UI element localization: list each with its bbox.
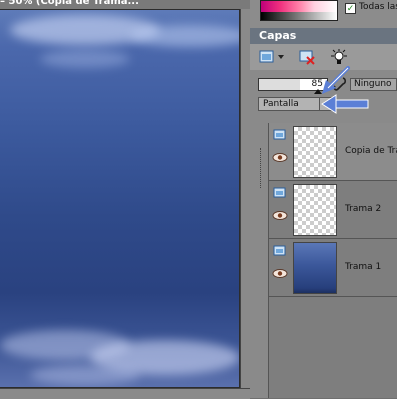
eye-icon[interactable] [272, 153, 288, 162]
cloud [40, 50, 130, 68]
todas-checkbox[interactable]: ✓ [345, 3, 356, 14]
todas-label: Todas las [359, 2, 397, 12]
layers-panel-title: Capas [250, 28, 397, 44]
tree-guide [260, 148, 261, 188]
cloud [130, 25, 239, 47]
delete-layer-button[interactable] [297, 48, 319, 66]
layer-type-icon [273, 129, 286, 140]
annotation-arrow-blend [321, 94, 369, 114]
mask-icon [331, 49, 347, 64]
color-swatch[interactable] [260, 0, 338, 21]
delete-layer-icon [299, 50, 315, 65]
eye-icon[interactable] [272, 211, 288, 220]
layer-type-icon [273, 187, 286, 198]
new-layer-button[interactable] [257, 48, 289, 66]
layer-name: Trama 2 [345, 204, 382, 214]
layer-type-icon [273, 245, 286, 256]
new-layer-icon [259, 50, 284, 63]
layer-name: Copia de Tra [345, 146, 397, 156]
layer-row[interactable]: Trama 1 [269, 239, 397, 297]
cloud [30, 365, 140, 385]
layer-thumbnail [293, 184, 337, 236]
mask-button[interactable] [329, 48, 349, 66]
image-window: – 50% (Copia de Trama... [0, 0, 251, 399]
layer-row[interactable]: Trama 2 [269, 181, 397, 239]
image-window-title: – 50% (Copia de Trama... [0, 0, 139, 7]
blend-mode-select[interactable]: Pantalla [258, 97, 320, 111]
horizontal-scrollbar[interactable] [0, 388, 250, 399]
eye-icon[interactable] [272, 269, 288, 278]
image-canvas[interactable] [0, 9, 240, 388]
layers-panel: Capas 85 Ninguno Pantalla Copia de Tra T… [250, 28, 397, 398]
layer-name: Trama 1 [345, 262, 382, 272]
layer-thumbnail [293, 242, 337, 294]
layers-list: Copia de Tra Trama 2 Trama 1 [268, 123, 397, 398]
layer-row[interactable]: Copia de Tra [269, 123, 397, 181]
layer-thumbnail [293, 126, 337, 178]
